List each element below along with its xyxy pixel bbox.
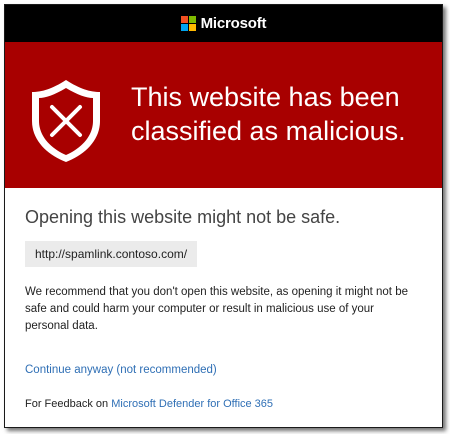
warning-message: We recommend that you don't open this we…: [25, 286, 408, 332]
brand: Microsoft: [180, 15, 267, 32]
blocked-url: http://spamlink.contoso.com/: [25, 241, 198, 267]
feedback-line: For Feedback on Microsoft Defender for O…: [25, 398, 442, 410]
continue-anyway-link[interactable]: Continue anyway (not recommended): [25, 364, 217, 376]
banner-headline: This website has been classified as mali…: [131, 82, 406, 146]
feedback-link[interactable]: Microsoft Defender for Office 365: [111, 398, 273, 410]
shield-x-icon: [32, 80, 100, 162]
brand-name: Microsoft: [200, 15, 267, 32]
main-content: Opening this website might not be safe. …: [5, 188, 442, 410]
page-subtitle: Opening this website might not be safe.: [25, 207, 341, 227]
malicious-banner: This website has been classified as mali…: [5, 42, 442, 188]
feedback-prefix: For Feedback on: [25, 398, 109, 410]
top-bar: Microsoft: [5, 5, 442, 42]
microsoft-logo-icon: [180, 16, 196, 31]
warning-page: Microsoft This website has been classifi…: [4, 4, 443, 428]
